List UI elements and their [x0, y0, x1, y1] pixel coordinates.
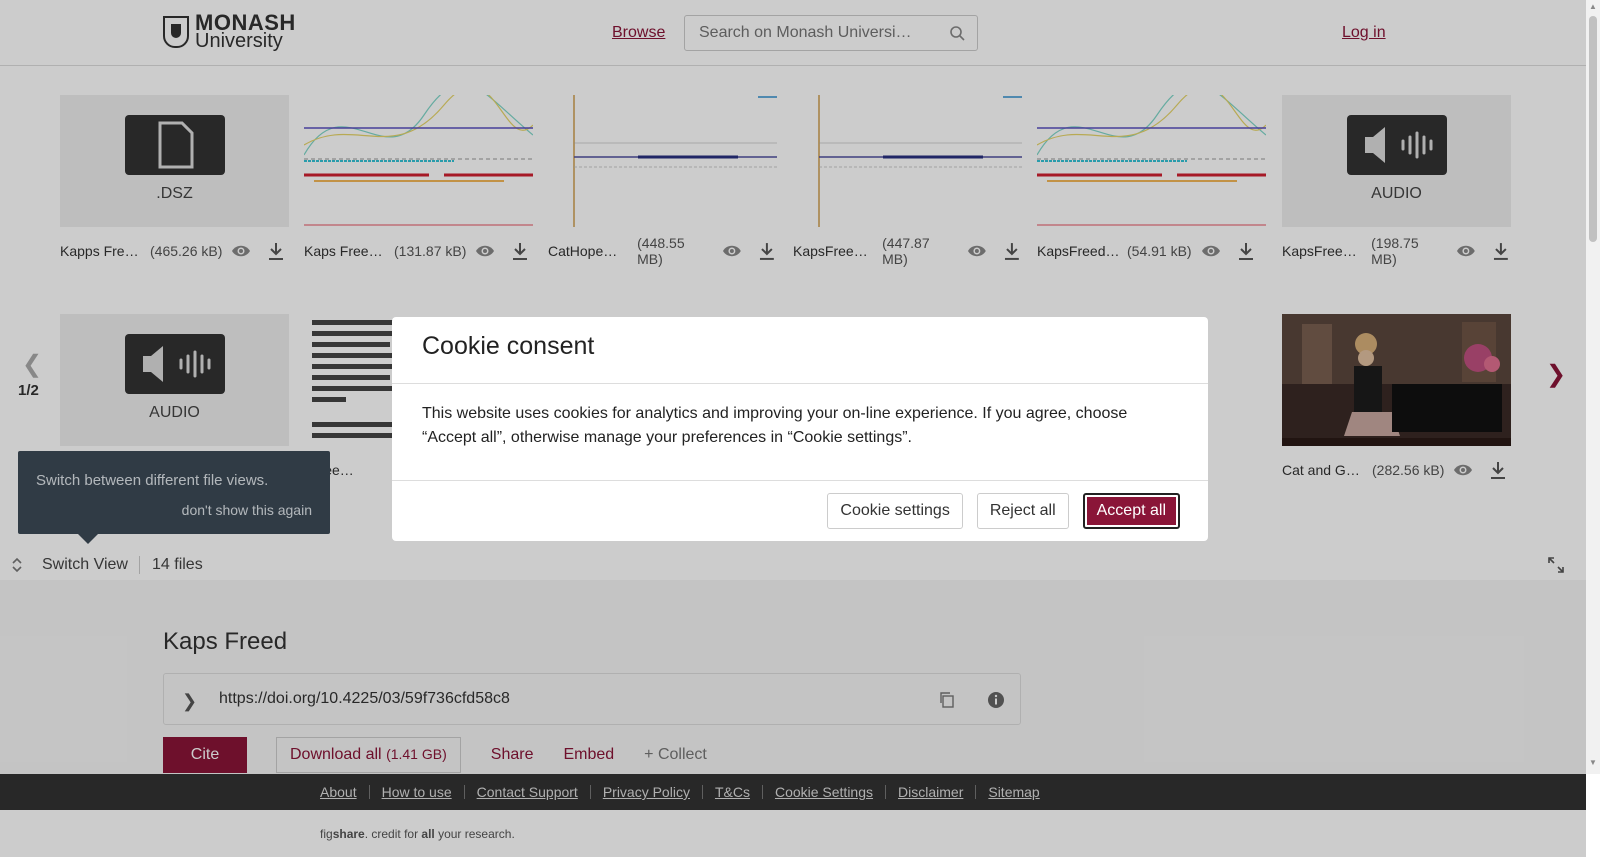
dialog-buttons: Cookie settings Reject all Accept all	[827, 493, 1180, 529]
divider	[392, 480, 1208, 481]
cookie-settings-button[interactable]: Cookie settings	[827, 493, 963, 529]
accept-all-button[interactable]: Accept all	[1082, 493, 1180, 529]
dialog-body: This website uses cookies for analytics …	[422, 405, 1128, 446]
scroll-down-icon[interactable]: ▼	[1589, 758, 1597, 767]
divider	[392, 383, 1208, 384]
scroll-up-icon[interactable]: ▲	[1589, 2, 1597, 11]
scroll-thumb[interactable]	[1589, 16, 1597, 242]
reject-all-button[interactable]: Reject all	[976, 493, 1069, 529]
page-scrollbar[interactable]: ▲ ▼	[1586, 0, 1600, 774]
cookie-consent-dialog: Cookie consent This website uses cookies…	[392, 317, 1208, 541]
dialog-title: Cookie consent	[422, 332, 595, 360]
